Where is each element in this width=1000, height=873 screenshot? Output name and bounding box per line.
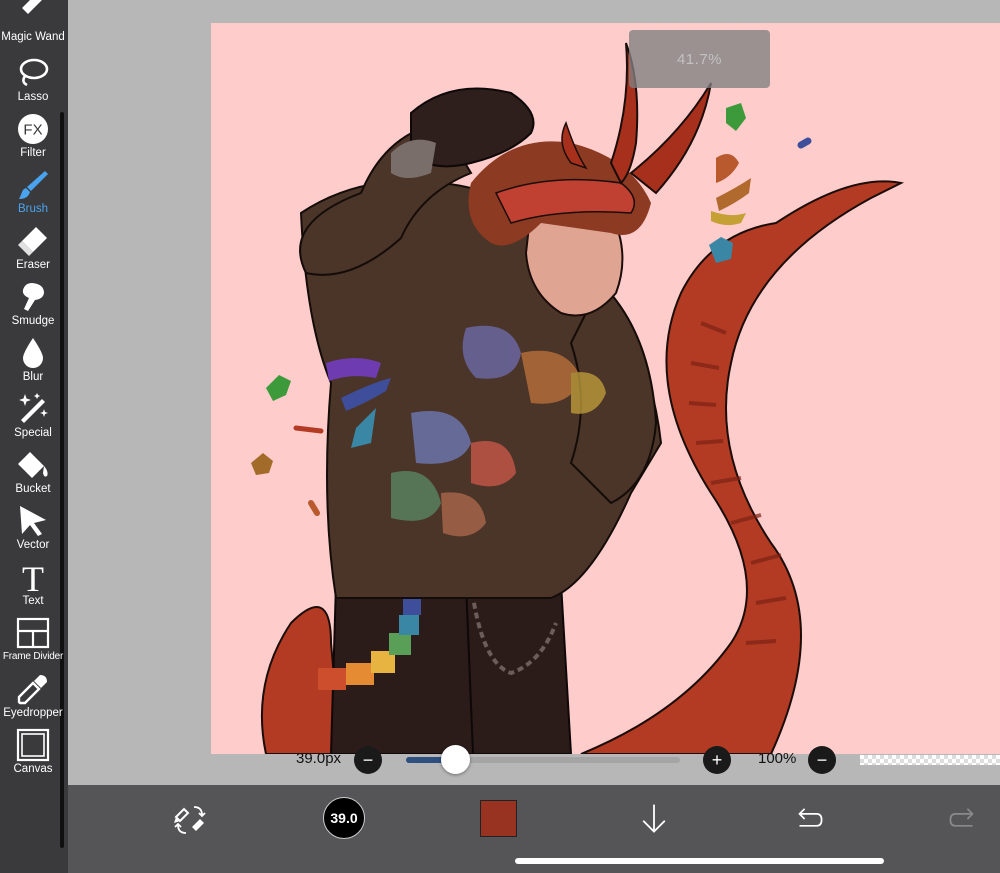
home-indicator[interactable] <box>515 858 884 864</box>
text-icon: T <box>15 560 51 594</box>
magic-wand-icon <box>15 0 51 22</box>
tool-label: Text <box>22 595 44 607</box>
swap-tools-icon <box>174 806 206 834</box>
tool-eraser[interactable]: Eraser <box>0 224 66 280</box>
tool-label: Eyedropper <box>3 707 63 719</box>
tool-bucket[interactable]: Bucket <box>0 448 66 504</box>
tool-label: Filter <box>20 147 46 159</box>
cursor-arrow-icon <box>15 504 51 538</box>
smudge-icon <box>15 280 51 314</box>
tool-label: Special <box>14 427 52 439</box>
drawing-canvas[interactable] <box>211 23 1000 754</box>
current-color-swatch[interactable] <box>480 800 517 837</box>
brush-opacity-slider[interactable] <box>860 755 1000 765</box>
tool-blur[interactable]: Blur <box>0 336 66 392</box>
artwork-illustration <box>251 42 905 754</box>
tool-smudge[interactable]: Smudge <box>0 280 66 336</box>
tool-text[interactable]: T Text <box>0 560 66 616</box>
brush-size-preview-button[interactable]: 39.0 <box>323 797 365 839</box>
brush-opacity-value: 100% <box>758 750 797 767</box>
tool-label: Magic Wand <box>1 31 65 43</box>
tool-label: Blur <box>22 371 44 383</box>
zoom-level-popup: 41.7% <box>629 30 770 88</box>
download-arrow-icon <box>642 804 666 833</box>
swap-tools-button[interactable] <box>168 799 212 839</box>
minus-icon: − <box>362 750 374 770</box>
sparkle-wand-icon <box>15 392 51 426</box>
tool-label: Brush <box>17 203 49 215</box>
brush-icon <box>15 168 51 202</box>
tool-label: Lasso <box>17 91 49 103</box>
undo-icon <box>798 808 823 827</box>
drop-icon <box>15 336 51 370</box>
tool-label: Canvas <box>13 763 53 775</box>
minus-icon: − <box>816 750 828 770</box>
tool-magic-wand[interactable]: Magic Wand <box>0 0 66 44</box>
tool-brush[interactable]: Brush <box>0 168 66 224</box>
tool-label: Bucket <box>15 483 51 495</box>
redo-button[interactable] <box>944 799 984 839</box>
tool-special[interactable]: Special <box>0 392 66 448</box>
svg-text:FX: FX <box>23 122 42 139</box>
tool-label: Vector <box>16 539 50 551</box>
tool-label: Frame Divider <box>2 651 64 662</box>
canvas-icon <box>15 728 51 762</box>
brush-size-slider-thumb[interactable] <box>441 745 471 774</box>
eraser-icon <box>15 224 51 258</box>
brush-opacity-decrease-button[interactable]: − <box>808 746 836 774</box>
lasso-icon <box>15 56 51 90</box>
bottom-toolbar: 39.0 <box>68 785 1000 873</box>
brush-size-decrease-button[interactable]: − <box>354 746 382 774</box>
svg-text:T: T <box>22 560 44 594</box>
tool-sidebar: Magic Wand Lasso FX Filter Brush Eraser … <box>0 0 68 873</box>
brush-size-value: 39.0px <box>296 750 342 767</box>
tool-frame-divider[interactable]: Frame Divider <box>0 616 66 672</box>
undo-button[interactable] <box>788 799 828 839</box>
layers-download-button[interactable] <box>634 799 674 839</box>
frame-divider-icon <box>15 616 51 650</box>
tool-vector[interactable]: Vector <box>0 504 66 560</box>
tool-label: Eraser <box>16 259 50 271</box>
fx-icon: FX <box>15 112 51 146</box>
brush-size-increase-button[interactable]: + <box>703 746 731 774</box>
tool-label: Smudge <box>11 315 55 327</box>
bucket-icon <box>15 448 51 482</box>
plus-icon: + <box>711 750 723 770</box>
redo-icon <box>949 808 974 827</box>
eyedropper-icon <box>15 672 51 706</box>
tool-filter[interactable]: FX Filter <box>0 112 66 168</box>
tool-canvas[interactable]: Canvas <box>0 728 66 784</box>
tool-eyedropper[interactable]: Eyedropper <box>0 672 66 728</box>
tool-lasso[interactable]: Lasso <box>0 56 66 112</box>
